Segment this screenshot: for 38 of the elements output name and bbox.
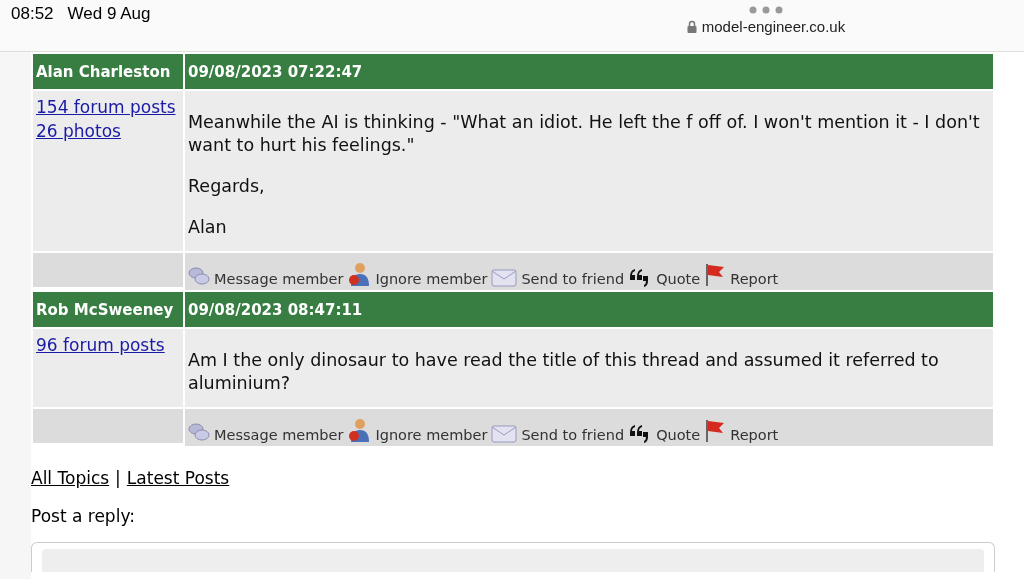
author-stat-link[interactable]: 26 photos — [36, 119, 180, 143]
post-text: Regards, — [188, 175, 266, 198]
post-action-link[interactable]: Quote — [628, 423, 701, 443]
post-timestamp: 09/08/2023 08:47:11 — [185, 292, 993, 327]
post-action-link[interactable]: Message member — [188, 265, 344, 287]
post-text: Alan — [188, 216, 228, 239]
speech-bubbles-icon — [188, 265, 210, 287]
post-text: Am I the only dinosaur to have read the title of this thread and assumed it referred to aluminium? — [188, 349, 940, 395]
status-date: Wed 9 Aug — [67, 4, 151, 25]
speech-bubbles-icon — [188, 421, 210, 443]
reply-heading: Post a reply: — [31, 506, 136, 526]
flag-icon — [704, 419, 727, 443]
person-icon — [347, 417, 372, 443]
address-bar[interactable]: model-engineer.co.uk — [686, 18, 846, 35]
flag-icon — [704, 263, 727, 287]
author-name: Rob McSweeney — [33, 292, 183, 327]
post-action-link[interactable]: Ignore member — [347, 261, 488, 287]
person-icon — [347, 261, 372, 287]
status-time: 08:52 — [11, 4, 54, 25]
nav-link[interactable]: Latest Posts — [126, 468, 230, 488]
post-action-link[interactable]: Message member — [188, 421, 344, 443]
lock-icon — [686, 20, 697, 33]
author-stat-link[interactable]: 154 forum posts — [36, 95, 180, 119]
more-dots-icon — [749, 6, 783, 14]
author-name: Alan Charleston — [33, 54, 183, 89]
post-action-link[interactable]: Quote — [628, 267, 701, 287]
reply-editor[interactable] — [31, 542, 995, 572]
post-action-link[interactable]: Send to friend — [491, 423, 625, 443]
nav-link[interactable]: All Topics — [31, 468, 110, 488]
envelope-icon — [491, 423, 518, 443]
post-action-link[interactable]: Ignore member — [347, 417, 488, 443]
post-text: Meanwhile the AI is thinking - "What an idiot. He left the f off of. I won't mention it - I don't want to hurt his feelings." — [188, 111, 981, 157]
post-timestamp: 09/08/2023 07:22:47 — [185, 54, 993, 89]
post-action-link[interactable]: Report — [704, 419, 779, 443]
post-action-link[interactable]: Send to friend — [491, 267, 625, 287]
nav-separator: | — [115, 468, 121, 488]
envelope-icon — [491, 267, 518, 287]
post-action-link[interactable]: Report — [704, 263, 779, 287]
